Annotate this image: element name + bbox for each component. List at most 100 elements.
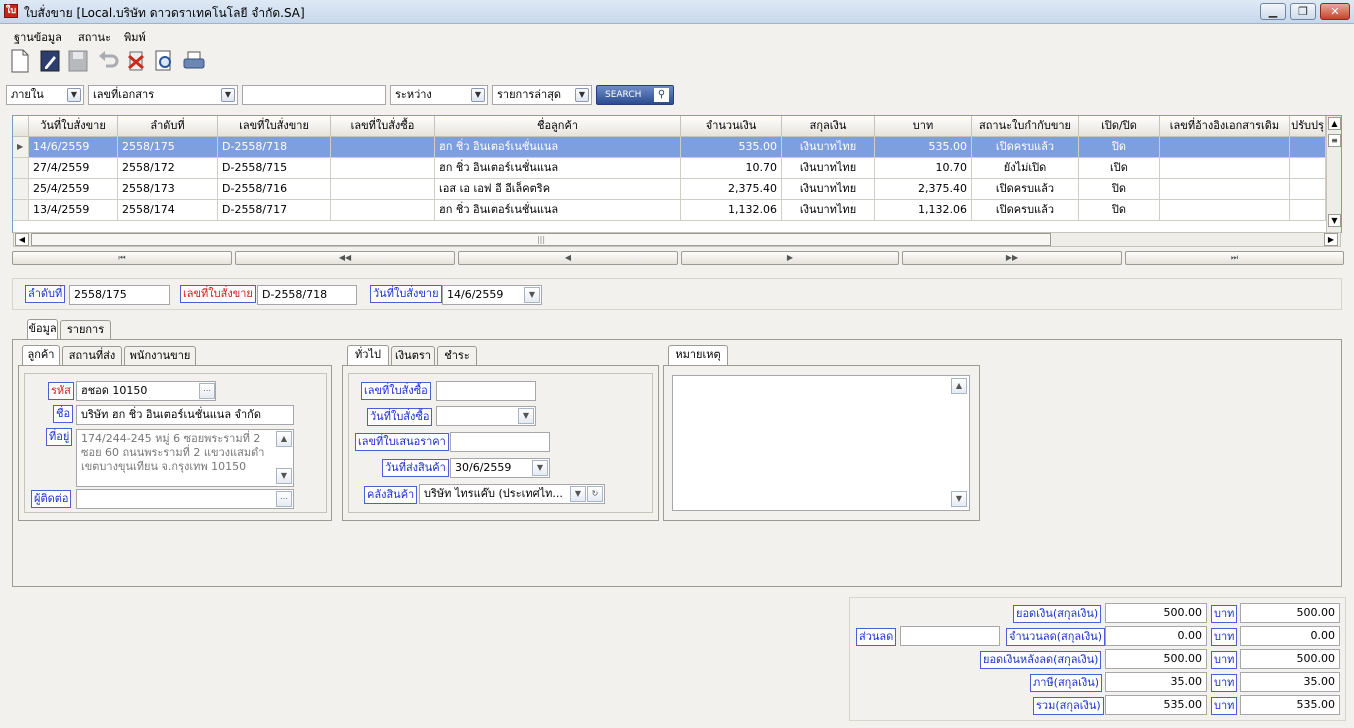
chevron-down-icon[interactable]: ▼ xyxy=(67,88,81,102)
calendar-dropdown-icon[interactable]: ▼ xyxy=(524,287,540,303)
table-row[interactable]: 25/4/2559 2558/173 D-2558/716 เอส เอ เอฟ… xyxy=(13,179,1326,200)
prev-button[interactable]: ◀ xyxy=(458,251,678,265)
search-button-label: SEARCH xyxy=(605,90,642,100)
preview-icon[interactable] xyxy=(152,48,176,74)
column-header[interactable]: วันที่ใบสั่งขาย xyxy=(29,116,118,137)
menu-status[interactable]: สถานะ xyxy=(78,28,111,46)
scroll-up-icon[interactable]: ▲ xyxy=(276,431,292,447)
column-header[interactable]: ลำดับที่ xyxy=(118,116,218,137)
table-row[interactable]: ▶ 14/6/2559 2558/175 D-2558/718 ฮก ชิ่ว … xyxy=(13,137,1326,158)
column-header[interactable]: เลขที่อ้างอิงเอกสารเดิม xyxy=(1160,116,1290,137)
delete-icon[interactable] xyxy=(124,48,148,74)
undo-icon[interactable] xyxy=(96,48,120,74)
tab-salesperson[interactable]: พนักงานขาย xyxy=(124,346,196,366)
subtotal-field[interactable]: 500.00 xyxy=(1105,603,1207,623)
subtotal-thb-field[interactable]: 500.00 xyxy=(1240,603,1340,623)
horizontal-scrollbar[interactable]: ◀ ||| ▶ xyxy=(13,232,1341,247)
column-header[interactable]: เปิด/ปิด xyxy=(1079,116,1160,137)
column-header[interactable]: เลขที่ใบสั่งซื้อ xyxy=(331,116,435,137)
column-header[interactable]: เลขที่ใบสั่งขาย xyxy=(218,116,331,137)
customer-code-field[interactable]: ฮชอด 10150 xyxy=(76,381,216,401)
discount-amount-field[interactable]: 0.00 xyxy=(1105,626,1207,646)
menu-print[interactable]: พิมพ์ xyxy=(124,28,146,46)
so-number-field[interactable]: D-2558/718 xyxy=(257,285,357,305)
scroll-up-icon[interactable]: ▲ xyxy=(951,378,967,394)
discount-amount-thb-field[interactable]: 0.00 xyxy=(1240,626,1340,646)
row-pointer-icon: ▶ xyxy=(13,137,29,158)
tab-shipping[interactable]: สถานที่ส่ง xyxy=(62,346,122,366)
discount-input[interactable] xyxy=(900,626,1000,646)
minimize-button[interactable]: ▁ xyxy=(1260,3,1286,20)
scroll-thumb[interactable]: ≡ xyxy=(1328,134,1341,147)
scroll-right-icon[interactable]: ▶ xyxy=(1324,233,1338,246)
menu-database[interactable]: ฐานข้อมูล xyxy=(14,28,62,46)
restore-button[interactable]: ❐ xyxy=(1290,3,1316,20)
chevron-down-icon[interactable]: ▼ xyxy=(221,88,235,102)
save-icon[interactable] xyxy=(66,48,90,74)
after-discount-thb-field[interactable]: 500.00 xyxy=(1240,649,1340,669)
tax-label: ภาษี(สกุลเงิน) xyxy=(1030,674,1103,692)
tab-customer[interactable]: ลูกค้า xyxy=(22,345,60,366)
cell-so: D-2558/717 xyxy=(218,200,331,221)
after-discount-thb-value: 500.00 xyxy=(1296,652,1336,665)
lookup-icon[interactable]: ⋯ xyxy=(276,491,292,507)
table-row[interactable]: 13/4/2559 2558/174 D-2558/717 ฮก ชิ่ว อิ… xyxy=(13,200,1326,221)
search-button[interactable]: SEARCH ⚲ xyxy=(596,85,674,105)
scroll-down-icon[interactable]: ▼ xyxy=(276,468,292,484)
notes-textarea[interactable] xyxy=(672,375,970,511)
column-header[interactable]: ชื่อลูกค้า xyxy=(435,116,681,137)
refresh-icon[interactable]: ↻ xyxy=(587,486,603,502)
next-button[interactable]: ▶ xyxy=(681,251,899,265)
scroll-thumb[interactable]: ||| xyxy=(31,233,1051,246)
close-button[interactable]: ✕ xyxy=(1320,3,1350,20)
column-header[interactable]: สกุลเงิน xyxy=(782,116,875,137)
calendar-dropdown-icon[interactable]: ▼ xyxy=(532,460,548,476)
print-icon[interactable] xyxy=(182,48,206,74)
tab-general[interactable]: ทั่วไป xyxy=(347,345,389,366)
address-field[interactable]: 174/244-245 หมู่ 6 ซอยพระรามที่ 2 ซอย 60… xyxy=(76,429,294,487)
after-discount-field[interactable]: 500.00 xyxy=(1105,649,1207,669)
po-number-field[interactable] xyxy=(436,381,536,401)
scroll-down-icon[interactable]: ▼ xyxy=(951,491,967,507)
tab-info[interactable]: ข้อมูล xyxy=(27,319,58,340)
fast-next-button[interactable]: ▶▶ xyxy=(902,251,1122,265)
so-number-label: เลขที่ใบสั่งขาย xyxy=(180,285,256,303)
cell-ref xyxy=(1160,179,1290,200)
tab-payment[interactable]: ชำระ xyxy=(437,346,477,366)
tax-thb-field[interactable]: 35.00 xyxy=(1240,672,1340,692)
calendar-dropdown-icon[interactable]: ▼ xyxy=(518,408,534,424)
cell-currency: เงินบาทไทย xyxy=(782,200,875,221)
new-document-icon[interactable] xyxy=(8,48,32,74)
tab-items[interactable]: รายการ xyxy=(60,320,111,340)
last-record-button[interactable]: ⏭ xyxy=(1125,251,1344,265)
search-input[interactable] xyxy=(242,85,386,105)
quotation-field[interactable] xyxy=(450,432,550,452)
seq-field[interactable]: 2558/175 xyxy=(69,285,170,305)
column-header[interactable]: บาท xyxy=(875,116,972,137)
column-header[interactable]: สถานะใบกำกับขาย xyxy=(972,116,1079,137)
edit-icon[interactable] xyxy=(38,48,62,74)
chevron-down-icon[interactable]: ▼ xyxy=(570,486,586,502)
tab-currency[interactable]: เงินตรา xyxy=(391,346,435,366)
scroll-left-icon[interactable]: ◀ xyxy=(15,233,29,246)
first-record-button[interactable]: ⏮ xyxy=(12,251,232,265)
chevron-down-icon[interactable]: ▼ xyxy=(471,88,485,102)
column-header[interactable]: ปรับปรุ xyxy=(1290,116,1326,137)
column-header[interactable]: จำนวนเงิน xyxy=(681,116,782,137)
fast-prev-button[interactable]: ◀◀ xyxy=(235,251,455,265)
tax-field[interactable]: 35.00 xyxy=(1105,672,1207,692)
grand-total-field[interactable]: 535.00 xyxy=(1105,695,1207,715)
scroll-up-icon[interactable]: ▲ xyxy=(1328,117,1341,130)
table-row[interactable]: 27/4/2559 2558/172 D-2558/715 ฮก ชิ่ว อิ… xyxy=(13,158,1326,179)
lookup-icon[interactable]: ⋯ xyxy=(199,383,215,399)
scroll-down-icon[interactable]: ▼ xyxy=(1328,214,1341,227)
orders-grid[interactable]: วันที่ใบสั่งขาย ลำดับที่ เลขที่ใบสั่งขาย… xyxy=(12,115,1342,233)
contact-field[interactable] xyxy=(76,489,294,509)
vertical-scrollbar[interactable]: ▲ ≡ ▼ xyxy=(1326,116,1341,232)
customer-name-field[interactable]: บริษัท ฮก ชิ่ว อินเตอร์เนชั่นแนล จำกัด xyxy=(76,405,294,425)
grand-total-thb-field[interactable]: 535.00 xyxy=(1240,695,1340,715)
tab-notes[interactable]: หมายเหตุ xyxy=(668,345,728,366)
cell-currency: เงินบาทไทย xyxy=(782,179,875,200)
field-select[interactable]: เลขที่เอกสาร xyxy=(88,85,238,105)
chevron-down-icon[interactable]: ▼ xyxy=(575,88,589,102)
